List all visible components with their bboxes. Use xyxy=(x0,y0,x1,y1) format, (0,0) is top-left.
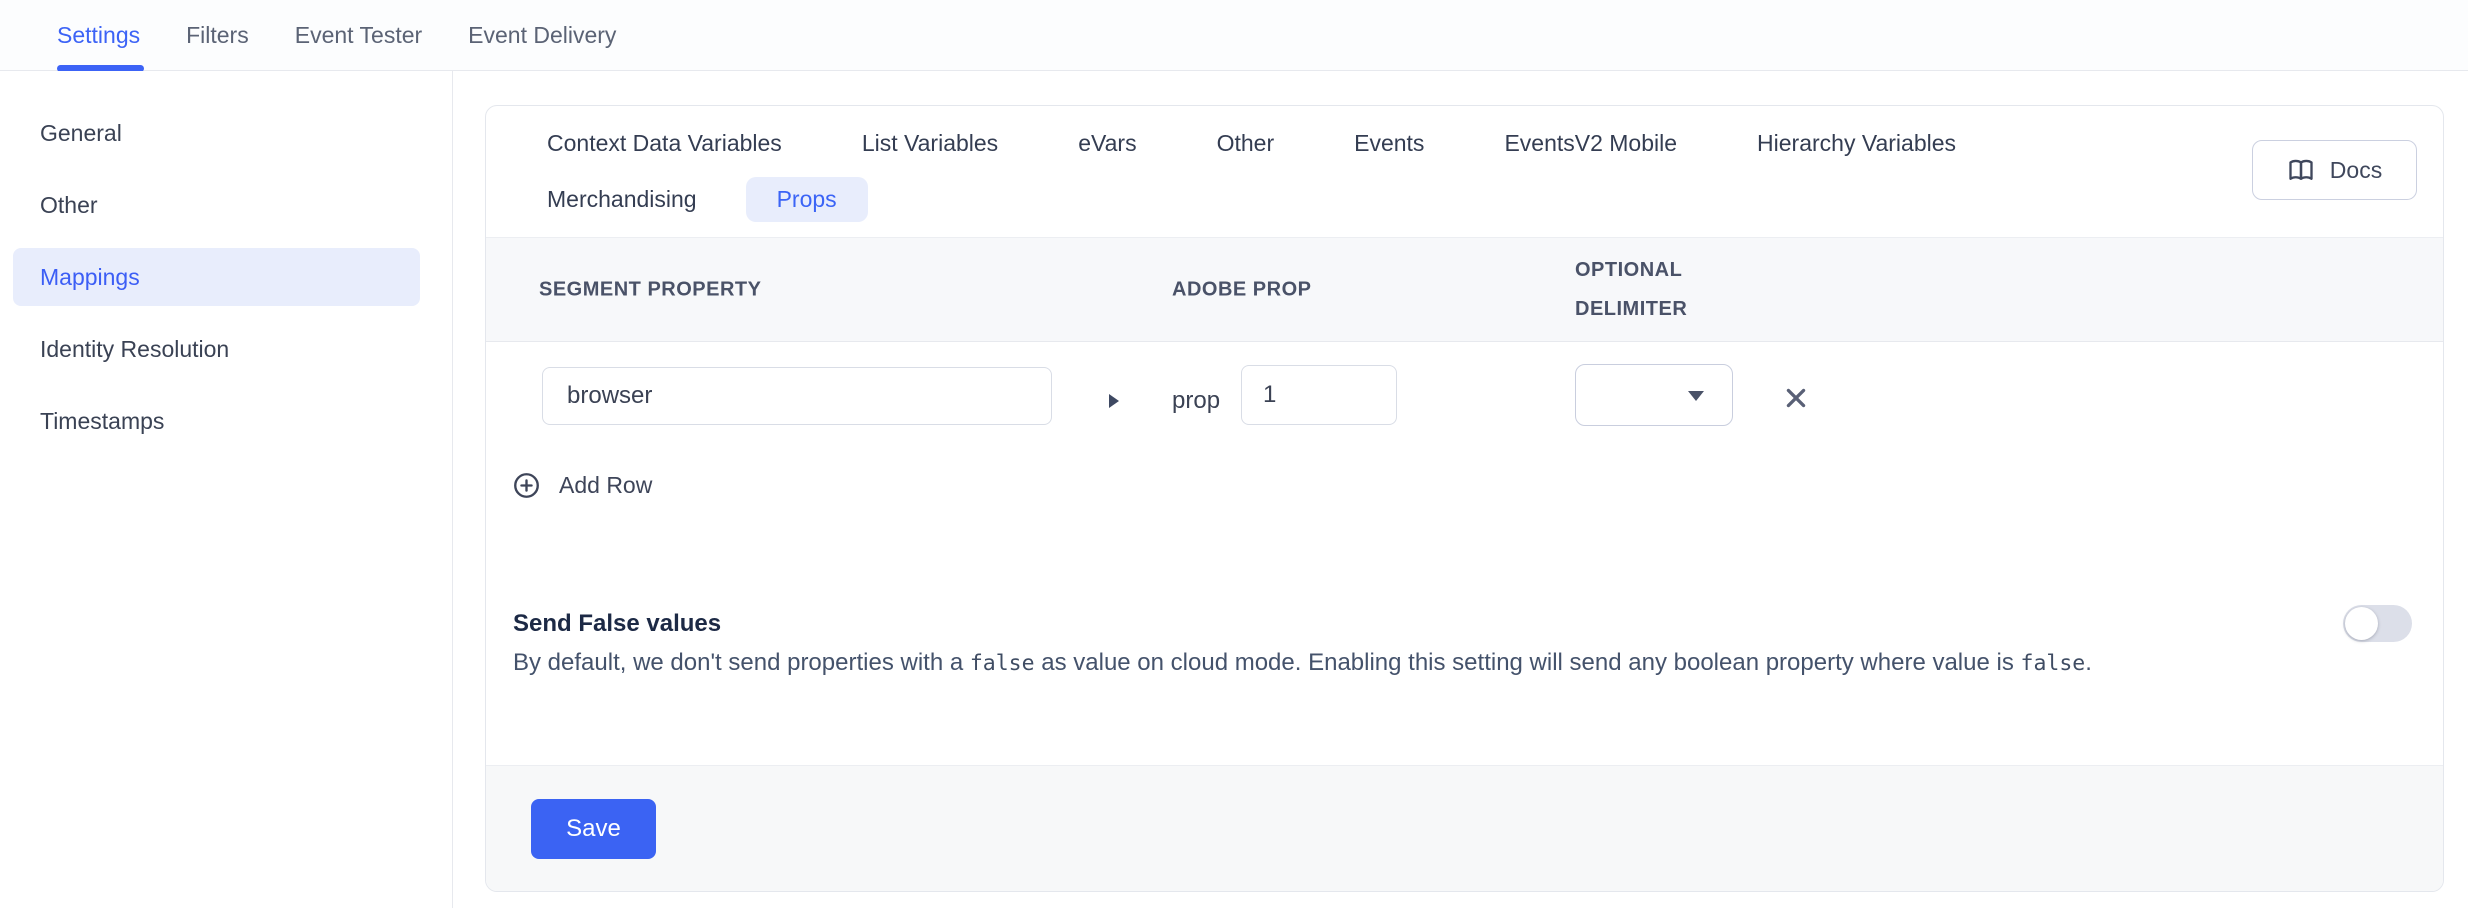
mapping-table-header: SEGMENT PROPERTY ADOBE PROP OPTIONAL DEL… xyxy=(486,237,2443,342)
circle-plus-icon xyxy=(513,472,540,499)
settings-sidebar: General Other Mappings Identity Resoluti… xyxy=(0,71,453,908)
close-icon xyxy=(1783,385,1809,411)
add-row-label: Add Row xyxy=(559,472,652,499)
tab-list-variables[interactable]: List Variables xyxy=(862,130,998,157)
tab-evars[interactable]: eVars xyxy=(1078,130,1136,157)
tab-event-tester[interactable]: Event Tester xyxy=(295,0,422,71)
tab-context-data-variables[interactable]: Context Data Variables xyxy=(547,130,782,157)
mappings-card: Context Data Variables List Variables eV… xyxy=(485,105,2444,892)
sidebar-item-other[interactable]: Other xyxy=(13,176,420,234)
top-nav: Settings Filters Event Tester Event Deli… xyxy=(0,0,2468,71)
docs-button[interactable]: Docs xyxy=(2252,140,2417,200)
send-false-values-section: Send False values By default, we don't s… xyxy=(513,604,2313,683)
column-header-adobe-prop: ADOBE PROP xyxy=(1172,270,1311,309)
column-header-segment-property: SEGMENT PROPERTY xyxy=(539,270,761,309)
mapping-tabs-row-2: Merchandising Props xyxy=(547,171,1956,227)
add-row-button[interactable]: Add Row xyxy=(513,472,652,499)
tab-event-delivery[interactable]: Event Delivery xyxy=(468,0,616,71)
tab-settings[interactable]: Settings xyxy=(57,0,140,71)
book-icon xyxy=(2287,156,2315,184)
card-footer: Save xyxy=(486,765,2443,891)
caret-down-icon xyxy=(1688,391,1704,401)
tab-hierarchy-variables[interactable]: Hierarchy Variables xyxy=(1757,130,1956,157)
tab-merchandising[interactable]: Merchandising xyxy=(547,186,697,213)
mapping-tabs-row-1: Context Data Variables List Variables eV… xyxy=(547,115,1956,171)
send-false-values-toggle[interactable] xyxy=(2343,605,2412,642)
column-header-optional-delimiter: OPTIONAL DELIMITER xyxy=(1575,251,1745,329)
mapping-type-tabs: Context Data Variables List Variables eV… xyxy=(547,115,1956,227)
tab-eventsv2-mobile[interactable]: EventsV2 Mobile xyxy=(1504,130,1677,157)
docs-button-label: Docs xyxy=(2330,157,2382,184)
sidebar-item-timestamps[interactable]: Timestamps xyxy=(13,392,420,450)
toggle-knob xyxy=(2345,607,2378,640)
send-false-values-description: By default, we don't send properties wit… xyxy=(513,643,2258,683)
tab-props[interactable]: Props xyxy=(746,177,868,222)
remove-row-button[interactable] xyxy=(1783,385,1809,411)
sidebar-item-mappings[interactable]: Mappings xyxy=(13,248,420,306)
tab-events[interactable]: Events xyxy=(1354,130,1424,157)
sidebar-item-identity-resolution[interactable]: Identity Resolution xyxy=(13,320,420,378)
sidebar-item-general[interactable]: General xyxy=(13,104,420,162)
destination-settings-screen: Settings Filters Event Tester Event Deli… xyxy=(0,0,2468,908)
tab-other-variables[interactable]: Other xyxy=(1217,130,1275,157)
adobe-prop-prefix-label: prop xyxy=(1172,387,1220,415)
optional-delimiter-select[interactable] xyxy=(1575,364,1733,426)
adobe-prop-number-input[interactable] xyxy=(1241,365,1397,425)
tab-filters[interactable]: Filters xyxy=(186,0,249,71)
send-false-values-title: Send False values xyxy=(513,604,2313,643)
arrow-right-icon xyxy=(1109,394,1119,408)
save-button[interactable]: Save xyxy=(531,799,656,859)
segment-property-input[interactable] xyxy=(542,367,1052,425)
